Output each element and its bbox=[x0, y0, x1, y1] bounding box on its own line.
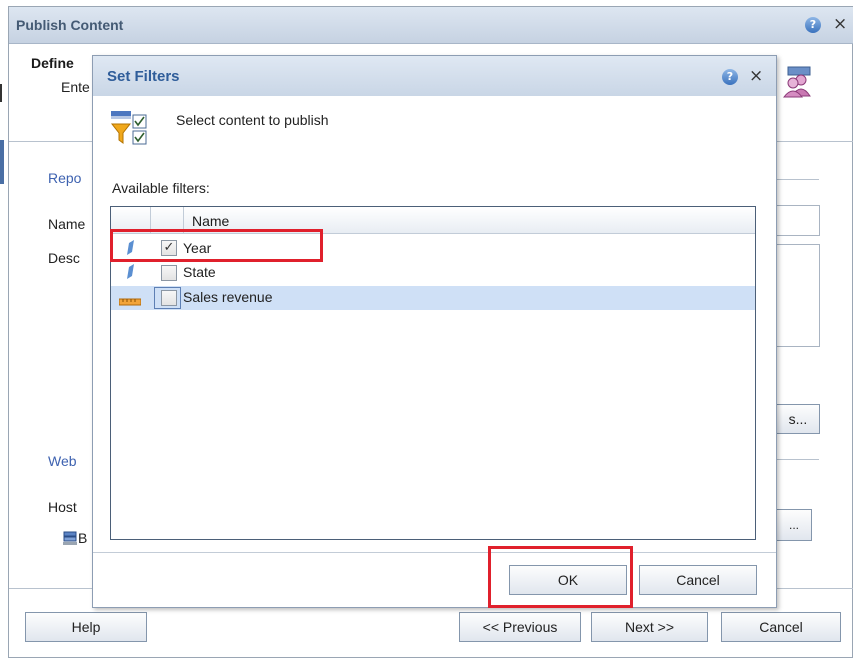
dimension-icon bbox=[125, 264, 135, 279]
enter-subheading: Ente bbox=[61, 79, 90, 95]
available-filters-label: Available filters: bbox=[112, 180, 210, 196]
column-header-name[interactable]: Name bbox=[192, 213, 229, 229]
set-filters-help-icon[interactable]: ? bbox=[722, 69, 738, 85]
set-filters-close-icon[interactable]: × bbox=[749, 68, 763, 85]
filter-checklist-icon bbox=[110, 110, 150, 148]
year-highlight-annotation bbox=[110, 229, 323, 262]
next-button[interactable]: Next >> bbox=[591, 612, 708, 642]
filter-name-sales-revenue: Sales revenue bbox=[183, 289, 273, 305]
side-browse-button[interactable]: s... bbox=[777, 404, 820, 434]
filter-name-state: State bbox=[183, 264, 216, 280]
browse-link[interactable]: B bbox=[78, 530, 87, 546]
ok-highlight-annotation bbox=[488, 546, 633, 608]
filter-checkbox-state[interactable] bbox=[161, 265, 177, 281]
description-input[interactable] bbox=[777, 244, 820, 347]
set-filters-cancel-button[interactable]: Cancel bbox=[639, 565, 757, 595]
name-input[interactable] bbox=[777, 205, 820, 236]
previous-button[interactable]: << Previous bbox=[459, 612, 581, 642]
report-section-rule bbox=[777, 179, 819, 180]
measure-icon bbox=[118, 293, 142, 306]
left-edge-marker bbox=[0, 84, 2, 102]
report-section-label: Repo bbox=[48, 170, 82, 186]
host-label: Host bbox=[48, 499, 77, 515]
set-filters-title: Set Filters bbox=[107, 68, 180, 85]
instruction-text: Select content to publish bbox=[176, 112, 329, 128]
set-filters-titlebar bbox=[93, 56, 776, 96]
description-label: Desc bbox=[48, 250, 80, 266]
users-icon bbox=[782, 66, 812, 98]
filter-checkbox-sales-revenue[interactable] bbox=[161, 290, 177, 306]
host-select-button[interactable]: ... bbox=[777, 509, 812, 541]
publish-content-title: Publish Content bbox=[16, 17, 124, 33]
outer-close-icon[interactable]: × bbox=[833, 16, 847, 33]
help-button[interactable]: Help bbox=[25, 612, 147, 642]
web-section-label: Web bbox=[48, 453, 77, 469]
set-filters-footer-rule bbox=[93, 552, 776, 553]
server-icon bbox=[63, 531, 77, 545]
cancel-button[interactable]: Cancel bbox=[721, 612, 841, 642]
publish-content-titlebar bbox=[9, 7, 853, 44]
left-edge-bar bbox=[0, 140, 4, 184]
web-section-rule bbox=[777, 459, 819, 460]
name-label: Name bbox=[48, 216, 86, 232]
define-heading: Define bbox=[31, 55, 74, 71]
outer-help-icon[interactable]: ? bbox=[805, 17, 821, 33]
